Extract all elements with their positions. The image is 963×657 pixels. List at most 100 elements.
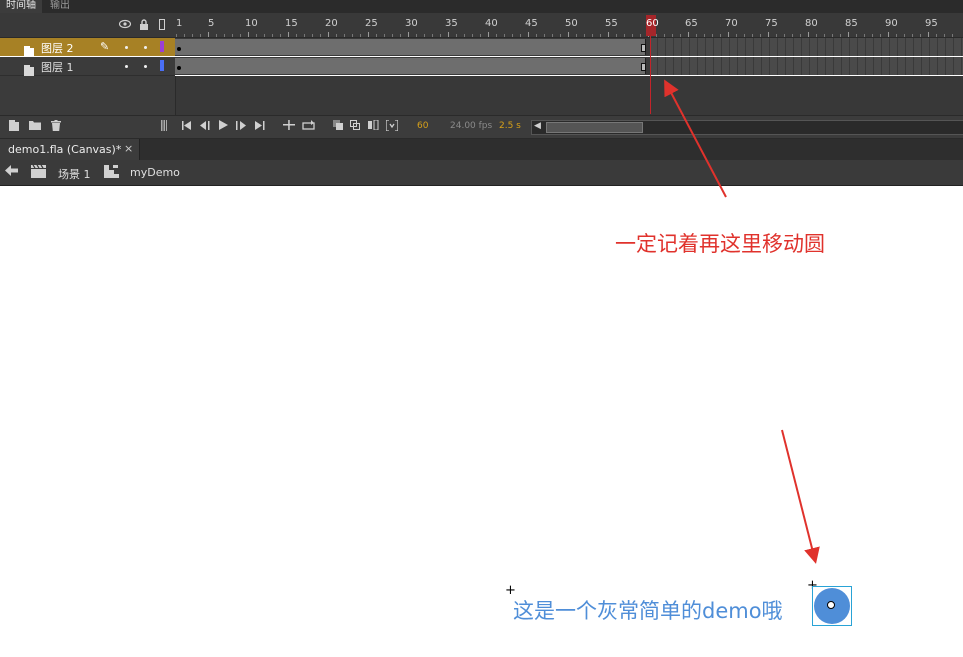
ruler-tick — [280, 34, 281, 37]
ruler-number: 70 — [725, 18, 738, 29]
ruler-tick — [408, 32, 409, 37]
visibility-toggle[interactable] — [125, 65, 128, 68]
empty-frames[interactable] — [650, 57, 963, 75]
ruler-number: 35 — [445, 18, 458, 29]
frame-span[interactable] — [175, 39, 646, 55]
circle-selection-box[interactable] — [812, 586, 852, 626]
ruler-tick — [760, 34, 761, 37]
new-folder-icon[interactable] — [29, 120, 41, 133]
ruler-tick — [384, 34, 385, 37]
stage-text[interactable]: 这是一个灰常简单的demo哦 — [513, 595, 783, 625]
keyframe[interactable] — [177, 66, 181, 70]
ruler-tick — [624, 34, 625, 37]
end-frame[interactable] — [641, 63, 646, 71]
onion-markers-icon[interactable] — [385, 119, 399, 134]
ruler-tick — [448, 32, 449, 37]
ruler-tick — [216, 34, 217, 37]
edit-multiple-frames-icon[interactable] — [368, 119, 379, 133]
ruler-tick — [328, 32, 329, 37]
keyframe[interactable] — [177, 47, 181, 51]
fps-value[interactable]: 24.00 fps — [450, 121, 492, 131]
ruler-tick — [264, 34, 265, 37]
frame-span[interactable] — [175, 58, 646, 74]
lock-toggle[interactable] — [144, 65, 147, 68]
trash-icon[interactable] — [51, 120, 61, 134]
ruler-tick — [720, 34, 721, 37]
current-frame-value[interactable]: 60 — [417, 121, 428, 131]
scrollbar-thumb[interactable] — [546, 122, 643, 133]
frame-ruler[interactable]: 15101520253035404550556065707580859095 — [175, 13, 963, 37]
last-frame-icon[interactable] — [255, 120, 265, 133]
layer-row-1[interactable]: 图层 1 — [0, 57, 175, 76]
elapsed-time-value[interactable]: 2.5 s — [499, 121, 521, 131]
frames-row-2[interactable] — [175, 38, 963, 56]
eye-icon[interactable] — [118, 19, 132, 32]
layer-name[interactable]: 图层 1 — [41, 59, 74, 75]
visibility-toggle[interactable] — [125, 46, 128, 49]
ruler-tick — [256, 34, 257, 37]
layer-color-tag[interactable] — [160, 41, 164, 52]
ruler-tick — [656, 34, 657, 37]
scene-clapper-icon — [31, 164, 46, 181]
document-tab-bar: demo1.fla (Canvas)* × — [0, 139, 963, 160]
tab-output[interactable]: 输出 — [44, 0, 76, 13]
document-name[interactable]: demo1.fla (Canvas)* — [8, 143, 121, 156]
tab-demo1-fla[interactable]: demo1.fla (Canvas)* × — [0, 139, 140, 160]
back-arrow-icon[interactable] — [5, 165, 18, 179]
breadcrumb-scene[interactable]: 场景 1 — [58, 166, 91, 182]
breadcrumb-symbol[interactable]: myDemo — [130, 166, 180, 179]
ruler-tick — [296, 34, 297, 37]
end-frame[interactable] — [641, 44, 646, 52]
ruler-tick — [920, 34, 921, 37]
ruler-tick — [496, 34, 497, 37]
ruler-tick — [800, 34, 801, 37]
ruler-tick — [400, 34, 401, 37]
lock-toggle[interactable] — [144, 46, 147, 49]
ruler-tick — [480, 34, 481, 37]
layer-icon — [24, 61, 34, 76]
layer-name[interactable]: 图层 2 — [41, 40, 74, 56]
layer-list-empty — [0, 76, 176, 115]
center-frame-icon[interactable] — [283, 120, 295, 133]
ruler-tick — [472, 34, 473, 37]
panel-grip-icon[interactable] — [161, 120, 167, 134]
ruler-tick — [192, 34, 193, 37]
ruler-tick — [744, 34, 745, 37]
prev-frame-icon[interactable] — [200, 120, 211, 133]
ruler-tick — [456, 34, 457, 37]
close-icon[interactable]: × — [124, 142, 133, 155]
layer-row-2[interactable]: 图层 2 ✎ — [0, 38, 175, 57]
play-icon[interactable] — [219, 120, 228, 133]
lock-icon[interactable] — [139, 19, 149, 33]
outline-icon[interactable] — [159, 19, 165, 33]
ruler-tick — [288, 32, 289, 37]
onion-outline-icon[interactable] — [350, 120, 361, 133]
ruler-number: 5 — [208, 18, 215, 29]
first-frame-icon[interactable] — [182, 120, 192, 133]
timeline-controls: 60 24.00 fps 2.5 s ◀ — [0, 115, 963, 139]
scroll-left-arrow-icon[interactable]: ◀ — [534, 121, 541, 131]
loop-icon[interactable] — [302, 120, 315, 133]
new-layer-icon[interactable] — [9, 120, 20, 134]
ruler-tick — [904, 34, 905, 37]
ruler-tick — [176, 34, 177, 37]
transform-point-icon[interactable] — [827, 601, 835, 609]
empty-frames[interactable] — [650, 38, 963, 56]
timeline-scrollbar[interactable]: ◀ — [531, 120, 963, 135]
ruler-number: 75 — [765, 18, 778, 29]
ruler-number: 45 — [525, 18, 538, 29]
onion-skin-icon[interactable] — [333, 120, 344, 133]
next-frame-icon[interactable] — [236, 120, 247, 133]
ruler-tick — [592, 34, 593, 37]
ruler-tick — [360, 34, 361, 37]
ruler-tick — [392, 34, 393, 37]
ruler-tick — [880, 34, 881, 37]
ruler-number: 40 — [485, 18, 498, 29]
layer-color-tag[interactable] — [160, 60, 164, 71]
frames-row-1[interactable] — [175, 57, 963, 75]
ruler-tick — [768, 32, 769, 37]
ruler-tick — [824, 34, 825, 37]
playhead-line — [650, 36, 651, 114]
tab-timeline[interactable]: 时间轴 — [0, 0, 42, 13]
ruler-tick — [952, 34, 953, 37]
